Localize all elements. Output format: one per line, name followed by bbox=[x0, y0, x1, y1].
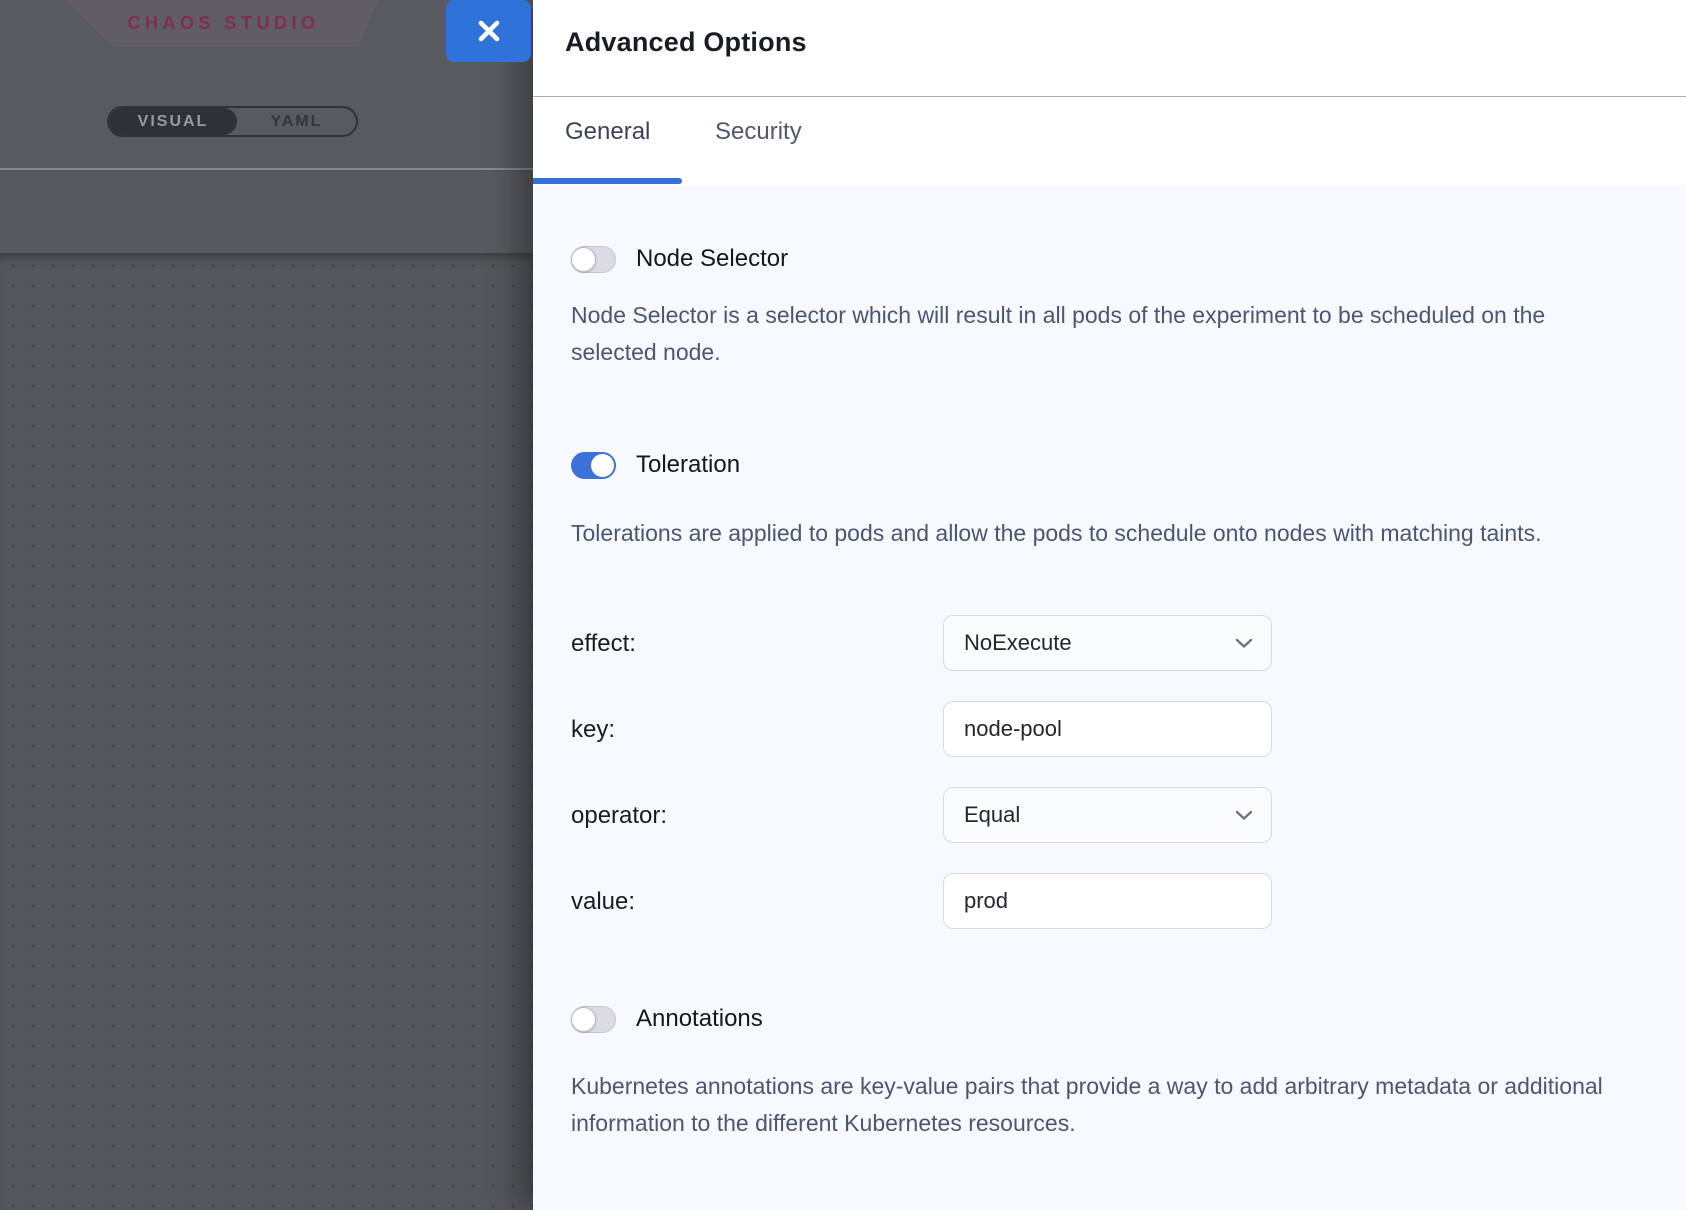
general-tab-panel: Node Selector Node Selector is a selecto… bbox=[533, 185, 1686, 1210]
annotations-label: Annotations bbox=[636, 1005, 763, 1033]
annotations-description: Kubernetes annotations are key-value pai… bbox=[571, 1068, 1621, 1142]
toggle-knob bbox=[591, 454, 614, 477]
annotations-row: Annotations bbox=[571, 1005, 763, 1033]
chevron-down-icon bbox=[1235, 810, 1253, 821]
stage-toolbar bbox=[0, 172, 533, 253]
drawer-title: Advanced Options bbox=[565, 27, 807, 58]
yaml-tab[interactable]: YAML bbox=[237, 108, 356, 135]
value-input[interactable] bbox=[943, 873, 1272, 929]
view-mode-toggle[interactable]: VISUAL YAML bbox=[107, 106, 358, 137]
tab-general[interactable]: General bbox=[565, 118, 650, 146]
operator-selected-value: Equal bbox=[964, 802, 1020, 828]
node-selector-row: Node Selector bbox=[571, 245, 788, 273]
experiment-canvas[interactable] bbox=[0, 253, 533, 1210]
tab-security[interactable]: Security bbox=[715, 118, 802, 146]
drawer-tabbar: General Security bbox=[533, 97, 1686, 185]
toggle-knob bbox=[571, 247, 596, 272]
operator-select[interactable]: Equal bbox=[943, 787, 1272, 843]
toggle-knob bbox=[571, 1007, 596, 1032]
brand-banner: CHAOS STUDIO bbox=[65, 0, 378, 47]
close-icon bbox=[476, 18, 502, 44]
close-drawer-button[interactable] bbox=[446, 0, 531, 62]
toleration-toggle[interactable] bbox=[571, 452, 616, 479]
advanced-options-drawer: Advanced Options General Security Node S… bbox=[533, 0, 1686, 1210]
node-selector-description: Node Selector is a selector which will r… bbox=[571, 297, 1621, 371]
effect-field-label: effect: bbox=[571, 630, 636, 658]
key-input[interactable] bbox=[943, 701, 1272, 757]
toleration-description: Tolerations are applied to pods and allo… bbox=[571, 515, 1621, 552]
toleration-label: Toleration bbox=[636, 451, 740, 479]
node-selector-toggle[interactable] bbox=[571, 246, 616, 273]
chaos-studio-stage: CHAOS STUDIO VISUAL YAML bbox=[0, 0, 533, 1210]
annotations-toggle[interactable] bbox=[571, 1006, 616, 1033]
chevron-down-icon bbox=[1235, 638, 1253, 649]
active-tab-indicator bbox=[533, 178, 682, 184]
node-selector-label: Node Selector bbox=[636, 245, 788, 273]
effect-selected-value: NoExecute bbox=[964, 630, 1072, 656]
toleration-row: Toleration bbox=[571, 451, 740, 479]
brand-title: CHAOS STUDIO bbox=[123, 13, 319, 34]
value-field-label: value: bbox=[571, 888, 635, 916]
operator-field-label: operator: bbox=[571, 802, 667, 830]
key-field-label: key: bbox=[571, 716, 615, 744]
visual-tab[interactable]: VISUAL bbox=[109, 108, 237, 135]
effect-select[interactable]: NoExecute bbox=[943, 615, 1272, 671]
